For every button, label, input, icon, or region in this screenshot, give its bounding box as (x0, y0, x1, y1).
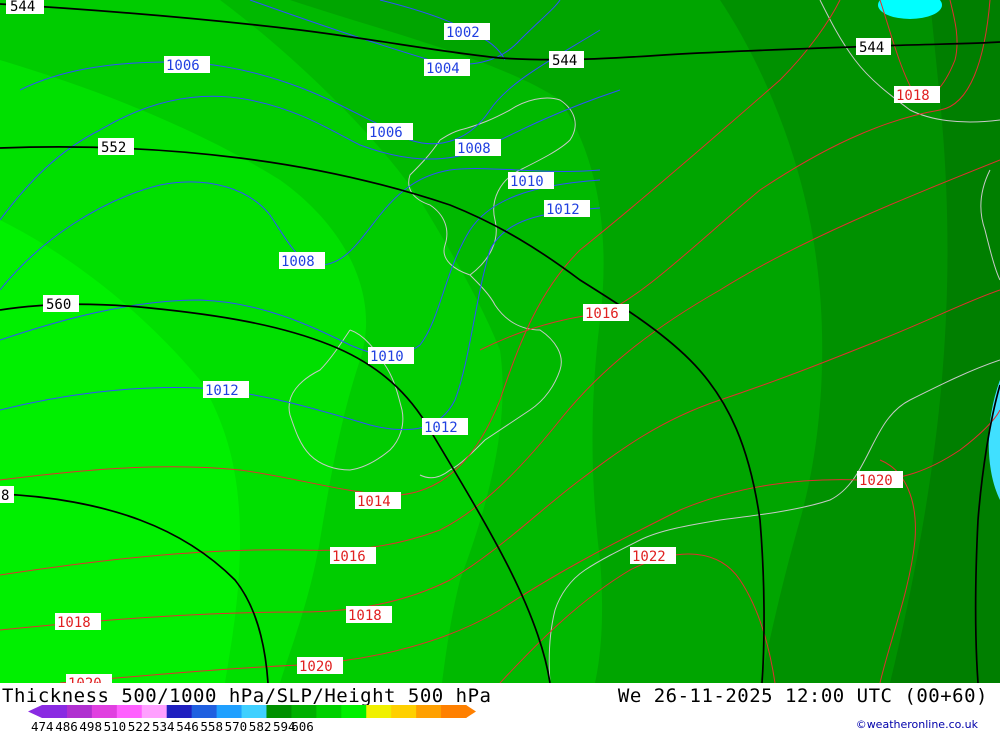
label-1018-c: 1018 (57, 615, 91, 631)
colorbar-tick-label: 534 (152, 719, 175, 733)
colorbar-swatch (341, 705, 367, 718)
colorbar-swatch (91, 705, 118, 718)
valid-time: We 26-11-2025 12:00 UTC (00+60) (617, 685, 988, 707)
label-544-b: 544 (552, 53, 577, 69)
colorbar-swatch (366, 705, 392, 718)
label-1016-b: 1016 (332, 549, 366, 565)
label-1012-a: 1012 (546, 202, 580, 218)
weather-map: 544 544 544 552 560 8 1002 1004 1006 100… (0, 0, 1000, 683)
colorbar-swatch (116, 705, 143, 718)
label-544-c: 544 (859, 40, 884, 56)
label-1010-a: 1010 (510, 174, 544, 190)
label-1006-a: 1006 (166, 58, 200, 74)
colorbar-tick-label: 558 (200, 719, 223, 733)
label-1020-c: 1020 (68, 676, 102, 683)
label-1004: 1004 (426, 61, 460, 77)
label-1020-b: 1020 (299, 659, 333, 675)
label-1010-b: 1010 (370, 349, 404, 365)
label-552: 552 (101, 140, 126, 156)
colorbar-tick-label: 546 (176, 719, 199, 733)
label-1016-a: 1016 (585, 306, 619, 322)
label-8: 8 (1, 488, 9, 504)
colorbar-tick-label: 582 (249, 719, 272, 733)
colorbar-swatch (391, 705, 417, 718)
colorbar-swatch (316, 705, 342, 718)
colorbar-swatch (241, 705, 267, 718)
colorbar-tick-label: 606 (291, 719, 314, 733)
label-1002: 1002 (446, 25, 480, 41)
colorbar-swatch (266, 705, 292, 718)
map-title: Thickness 500/1000 hPa/SLP/Height 500 hP… (2, 685, 492, 707)
colorbar-tick-label: 486 (55, 719, 78, 733)
label-1008-b: 1008 (281, 254, 315, 270)
label-560: 560 (46, 297, 71, 313)
colorbar-legend: 474 486 498 510 522 534 546 558 570 582 594606 (28, 705, 476, 733)
label-1008-a: 1008 (457, 141, 491, 157)
colorbar-left-arrow (28, 705, 42, 718)
colorbar-tick-label: 474 (31, 719, 54, 733)
label-1012-c: 1012 (424, 420, 458, 436)
colorbar-swatch (141, 705, 168, 718)
label-1014: 1014 (357, 494, 391, 510)
footer-bar: Thickness 500/1000 hPa/SLP/Height 500 hP… (0, 683, 1000, 733)
colorbar-swatch (66, 705, 93, 718)
colorbar-tick-label: 522 (128, 719, 151, 733)
colorbar-tick-label: 510 (104, 719, 127, 733)
label-544-a: 544 (10, 0, 35, 15)
label-1006-b: 1006 (369, 125, 403, 141)
label-1018-a: 1018 (896, 88, 930, 104)
label-1012-b: 1012 (205, 383, 239, 399)
label-1020-a: 1020 (859, 473, 893, 489)
label-1018-b: 1018 (348, 608, 382, 624)
colorbar-swatch (416, 705, 442, 718)
label-1022: 1022 (632, 549, 666, 565)
colorbar-swatch (441, 705, 467, 718)
colorbar-swatch (42, 705, 68, 718)
colorbar-swatch (291, 705, 317, 718)
colorbar-right-arrow (466, 705, 476, 718)
colorbar-tick-label: 570 (225, 719, 248, 733)
colorbar-swatch (191, 705, 218, 718)
colorbar-swatch (216, 705, 243, 718)
credit-link[interactable]: ©weatheronline.co.uk (856, 718, 978, 731)
colorbar-tick-label: 498 (79, 719, 102, 733)
colorbar-swatch (166, 705, 193, 718)
